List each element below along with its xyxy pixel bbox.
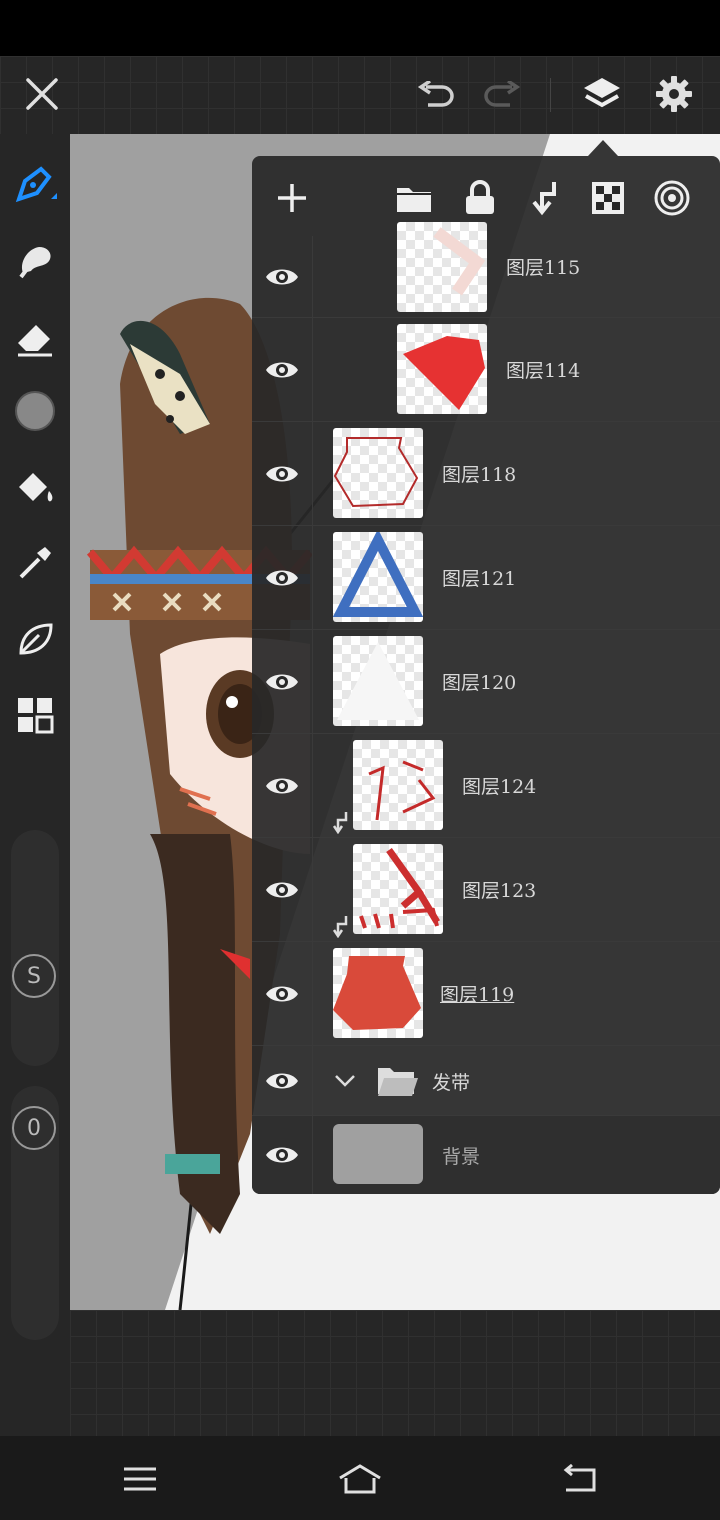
- chevron-down-icon[interactable]: [334, 1073, 356, 1089]
- layer-thumbnail: [333, 948, 423, 1038]
- panel-pointer: [588, 140, 618, 156]
- layer-name: 图层118: [442, 464, 517, 486]
- layer-row[interactable]: 图层124: [252, 734, 720, 838]
- layer-row[interactable]: 图层123: [252, 838, 720, 942]
- eye-icon[interactable]: [264, 670, 300, 694]
- layer-thumbnail: [353, 740, 443, 830]
- layer-name: 图层115: [506, 257, 581, 279]
- layer-row[interactable]: 图层115: [252, 222, 720, 318]
- layer-thumbnail: [333, 1124, 423, 1184]
- eyedropper-icon[interactable]: [10, 538, 60, 588]
- layer-thumbnail: [333, 532, 423, 622]
- layer-thumbnail: [333, 636, 423, 726]
- layer-name: 发带: [432, 1072, 471, 1094]
- back-icon[interactable]: [560, 1464, 598, 1494]
- size-slider-label: S: [12, 954, 56, 998]
- brush-size-slider[interactable]: S: [11, 830, 59, 1066]
- layer-row[interactable]: 图层120: [252, 630, 720, 734]
- layer-name: 背景: [442, 1146, 481, 1168]
- folder-icon[interactable]: [392, 176, 436, 220]
- layer-name: 图层121: [442, 568, 517, 590]
- grid-icon[interactable]: [10, 690, 60, 740]
- gear-icon[interactable]: [650, 70, 698, 118]
- clip-icon[interactable]: [522, 176, 566, 220]
- pen-icon[interactable]: [10, 160, 60, 210]
- eraser-icon[interactable]: [10, 312, 60, 362]
- layer-name: 图层119: [440, 984, 515, 1006]
- clip-arrow-icon: [332, 916, 348, 938]
- layer-name: 图层124: [462, 776, 537, 798]
- transparency-icon[interactable]: [586, 176, 630, 220]
- menu-icon[interactable]: [122, 1466, 158, 1492]
- layer-thumbnail: [333, 428, 423, 518]
- layer-row[interactable]: 图层118: [252, 422, 720, 526]
- layer-name: 图层114: [506, 360, 581, 382]
- layer-row[interactable]: 图层114: [252, 318, 720, 422]
- layer-thumbnail: [353, 844, 443, 934]
- redo-icon[interactable]: [478, 74, 526, 118]
- close-icon[interactable]: [18, 70, 66, 118]
- add-layer-icon[interactable]: [270, 176, 314, 220]
- top-toolbar: [0, 56, 720, 134]
- layer-row[interactable]: 图层121: [252, 526, 720, 630]
- undo-icon[interactable]: [412, 74, 460, 118]
- home-icon[interactable]: [336, 1462, 384, 1496]
- layer-row-selected[interactable]: 图层119: [252, 942, 720, 1046]
- layers-panel: 图层115 图层114 图层118 图层121 图层120 图层124 图层12…: [252, 156, 720, 1194]
- smudge-icon[interactable]: [10, 236, 60, 286]
- clip-arrow-icon: [332, 812, 348, 834]
- lock-icon[interactable]: [458, 176, 502, 220]
- layer-group-row[interactable]: 发带: [252, 1046, 720, 1116]
- canvas-background-grid: [70, 1310, 720, 1436]
- eye-icon[interactable]: [264, 774, 300, 798]
- eye-icon[interactable]: [264, 1143, 300, 1167]
- eye-icon[interactable]: [264, 358, 300, 382]
- eye-icon[interactable]: [264, 566, 300, 590]
- leaf-icon[interactable]: [10, 614, 60, 664]
- blend-icon[interactable]: [650, 176, 694, 220]
- fill-bucket-icon[interactable]: [10, 462, 60, 512]
- opacity-slider-label: 0: [12, 1106, 56, 1150]
- opacity-slider[interactable]: 0: [11, 1086, 59, 1340]
- layer-row-background[interactable]: 背景: [252, 1116, 720, 1194]
- tool-sidebar: S 0: [0, 134, 70, 1436]
- divider: [550, 78, 551, 112]
- folder-icon: [378, 1068, 418, 1096]
- system-nav-bar: [0, 1436, 720, 1520]
- eye-icon[interactable]: [264, 878, 300, 902]
- layer-name: 图层123: [462, 880, 537, 902]
- layer-name: 图层120: [442, 672, 517, 694]
- eye-icon[interactable]: [264, 1069, 300, 1093]
- color-swatch[interactable]: [10, 386, 60, 436]
- layer-thumbnail: [397, 324, 487, 414]
- layers-icon[interactable]: [578, 70, 626, 118]
- status-bar: [0, 0, 720, 56]
- eye-icon[interactable]: [264, 265, 300, 289]
- eye-icon[interactable]: [264, 462, 300, 486]
- eye-icon[interactable]: [264, 982, 300, 1006]
- layer-thumbnail: [397, 222, 487, 312]
